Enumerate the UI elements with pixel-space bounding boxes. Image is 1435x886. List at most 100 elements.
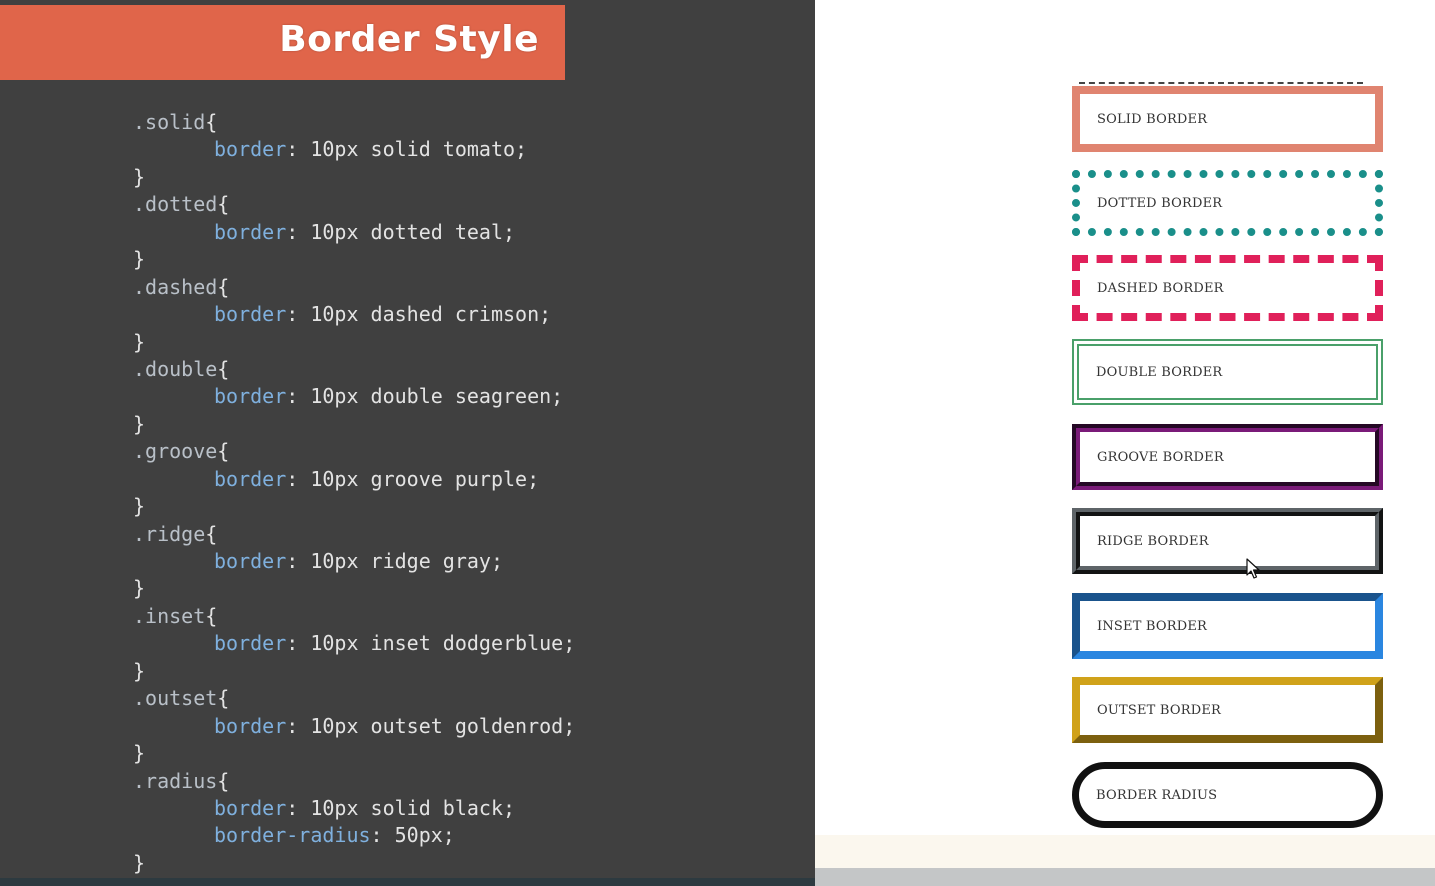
- code-line: }: [133, 850, 575, 877]
- mouse-pointer-icon: [1246, 558, 1260, 579]
- ridge-border-label: RIDGE BORDER: [1097, 533, 1209, 549]
- open-brace: {: [217, 686, 230, 711]
- preview-bottom-band: [815, 835, 1435, 868]
- code-line: }: [133, 575, 575, 602]
- code-line: border: 10px solid tomato;: [133, 136, 575, 163]
- css-value: 10px double seagreen;: [310, 384, 564, 409]
- css-property: border: [214, 713, 287, 738]
- close-brace: }: [133, 411, 146, 436]
- css-selector: .double: [133, 356, 218, 381]
- dotted-border-box: DOTTED BORDER: [1072, 170, 1383, 236]
- close-brace: }: [133, 329, 146, 354]
- code-line: }: [133, 740, 575, 767]
- open-brace: {: [205, 603, 218, 628]
- code-line: }: [133, 493, 575, 520]
- code-line: .double{: [133, 356, 575, 383]
- code-line: }: [133, 329, 575, 356]
- code-panel-bottom-strip: [0, 878, 815, 886]
- code-line: .solid{: [133, 109, 575, 136]
- solid-border-box: SOLID BORDER: [1072, 86, 1383, 152]
- code-line: .groove{: [133, 438, 575, 465]
- open-brace: {: [217, 274, 230, 299]
- outset-border-label: OUTSET BORDER: [1097, 702, 1222, 718]
- code-line: border: 10px double seagreen;: [133, 383, 575, 410]
- preview-top-rule: [1079, 82, 1363, 84]
- css-property: border: [214, 795, 287, 820]
- css-value: 10px solid black;: [310, 795, 516, 820]
- groove-border-box: GROOVE BORDER: [1072, 424, 1383, 490]
- code-line: .inset{: [133, 603, 575, 630]
- css-colon: :: [286, 549, 311, 573]
- code-panel: Border Style .solid{border: 10px solid t…: [0, 0, 815, 886]
- border-radius-label: BORDER RADIUS: [1096, 787, 1218, 803]
- outset-border-box: OUTSET BORDER: [1072, 677, 1383, 743]
- slide-title-bar: Border Style: [0, 5, 565, 80]
- inset-border-box: INSET BORDER: [1072, 593, 1383, 659]
- open-brace: {: [217, 192, 230, 217]
- code-line: .outset{: [133, 685, 575, 712]
- close-brace: }: [133, 576, 146, 601]
- css-value: 10px dashed crimson;: [310, 302, 552, 327]
- dotted-border-label: DOTTED BORDER: [1097, 195, 1223, 211]
- css-colon: :: [286, 302, 311, 327]
- css-property: border: [214, 302, 287, 327]
- code-line: border: 10px dashed crimson;: [133, 301, 575, 328]
- solid-border-label: SOLID BORDER: [1097, 111, 1208, 127]
- open-brace: {: [205, 110, 218, 134]
- code-line: border: 10px ridge gray;: [133, 548, 575, 575]
- code-line: }: [133, 164, 575, 191]
- double-border-label: DOUBLE BORDER: [1096, 364, 1223, 380]
- close-brace: }: [133, 164, 146, 189]
- css-property: border: [214, 466, 287, 491]
- close-brace: }: [133, 850, 146, 875]
- ridge-border-box: RIDGE BORDER: [1072, 508, 1383, 574]
- css-selector: .solid: [133, 110, 206, 134]
- css-colon: :: [286, 795, 311, 820]
- css-colon: :: [286, 219, 311, 244]
- code-line: border: 10px solid black;: [133, 795, 575, 822]
- dashed-border-box: DASHED BORDER: [1072, 255, 1383, 321]
- code-line: border: 10px inset dodgerblue;: [133, 630, 575, 657]
- code-line: }: [133, 658, 575, 685]
- inset-border-label: INSET BORDER: [1097, 618, 1208, 634]
- double-border-box: DOUBLE BORDER: [1072, 339, 1383, 405]
- code-line: .dotted{: [133, 191, 575, 218]
- css-colon: :: [286, 137, 311, 162]
- border-radius-box: BORDER RADIUS: [1072, 762, 1383, 828]
- code-line: border: 10px groove purple;: [133, 466, 575, 493]
- css-value: 50px;: [394, 823, 455, 848]
- css-selector: .groove: [133, 439, 218, 464]
- css-code-block: .solid{border: 10px solid tomato;} .dotte…: [133, 109, 575, 877]
- css-property: border: [214, 549, 287, 573]
- groove-border-label: GROOVE BORDER: [1097, 449, 1224, 465]
- preview-bottom-bar: [815, 868, 1435, 886]
- code-line: border: 10px outset goldenrod;: [133, 713, 575, 740]
- css-colon: :: [370, 823, 395, 848]
- css-value: 10px groove purple;: [310, 466, 540, 491]
- close-brace: }: [133, 741, 146, 766]
- border-preview-panel: SOLID BORDER DOTTED BORDER DASHED BORDER…: [815, 0, 1435, 886]
- css-property: border: [214, 631, 287, 656]
- code-line: .radius{: [133, 768, 575, 795]
- css-selector: .inset: [133, 603, 206, 628]
- close-brace: }: [133, 658, 146, 683]
- css-value: 10px inset dodgerblue;: [310, 631, 576, 656]
- css-value: 10px dotted teal;: [310, 219, 516, 244]
- dashed-border-label: DASHED BORDER: [1097, 280, 1224, 296]
- code-line: .ridge{: [133, 521, 575, 548]
- open-brace: {: [217, 768, 230, 793]
- code-line: }: [133, 246, 575, 273]
- code-line: }: [133, 411, 575, 438]
- css-property: border-radius: [214, 823, 371, 848]
- code-line: .dashed{: [133, 274, 575, 301]
- open-brace: {: [217, 439, 230, 464]
- css-property: border: [214, 219, 287, 244]
- css-property: border: [214, 137, 287, 162]
- css-colon: :: [286, 631, 311, 656]
- css-colon: :: [286, 384, 311, 409]
- css-selector: .ridge: [133, 521, 206, 546]
- css-selector: .dashed: [133, 274, 218, 299]
- css-selector: .outset: [133, 686, 218, 711]
- css-value: 10px solid tomato;: [310, 137, 528, 162]
- code-line: border: 10px dotted teal;: [133, 219, 575, 246]
